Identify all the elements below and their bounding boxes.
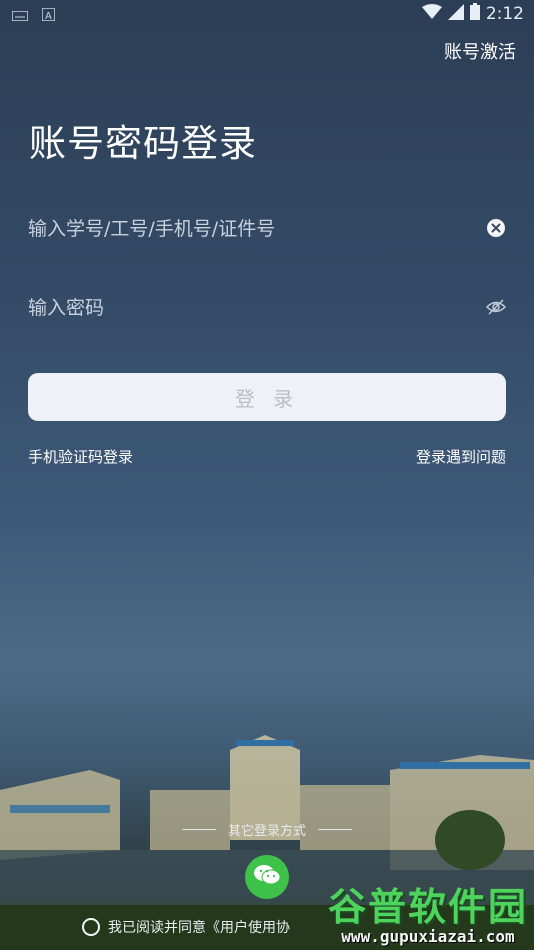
divider-line-right	[318, 829, 352, 830]
wechat-icon	[253, 863, 281, 891]
eye-closed-icon[interactable]	[485, 297, 507, 317]
sms-login-link[interactable]: 手机验证码登录	[28, 446, 133, 467]
page-title: 账号密码登录	[29, 122, 257, 165]
account-activate-link[interactable]: 账号激活	[444, 38, 516, 64]
watermark-url: www.gupuxiazai.com	[341, 927, 515, 946]
login-trouble-link[interactable]: 登录遇到问题	[416, 446, 506, 467]
divider-line-left	[181, 829, 216, 830]
watermark-title: 谷普软件园	[327, 885, 528, 929]
agreement-checkbox[interactable]	[82, 918, 100, 936]
font-icon: A	[41, 6, 56, 25]
login-button[interactable]: 登 录	[28, 373, 506, 421]
status-bar: A 2:12	[0, 0, 534, 28]
password-input[interactable]	[28, 286, 468, 330]
keyboard-icon	[11, 6, 29, 25]
status-time: 2:12	[485, 3, 524, 24]
agreement-text[interactable]: 我已阅读并同意《用户使用协	[108, 917, 290, 937]
watermark: 谷普软件园 www.gupuxiazai.com	[328, 876, 528, 946]
agreement-row: 我已阅读并同意《用户使用协	[82, 917, 290, 937]
other-login-divider: 其它登录方式	[0, 820, 534, 839]
password-field	[28, 286, 507, 330]
account-field	[28, 207, 506, 251]
other-login-label: 其它登录方式	[227, 824, 306, 839]
svg-text:A: A	[45, 11, 52, 21]
signal-icon	[447, 3, 464, 24]
clear-icon[interactable]	[486, 218, 506, 238]
account-input[interactable]	[28, 207, 468, 251]
wifi-icon	[421, 3, 442, 24]
wechat-login-button[interactable]	[245, 855, 289, 899]
battery-icon	[469, 3, 480, 24]
